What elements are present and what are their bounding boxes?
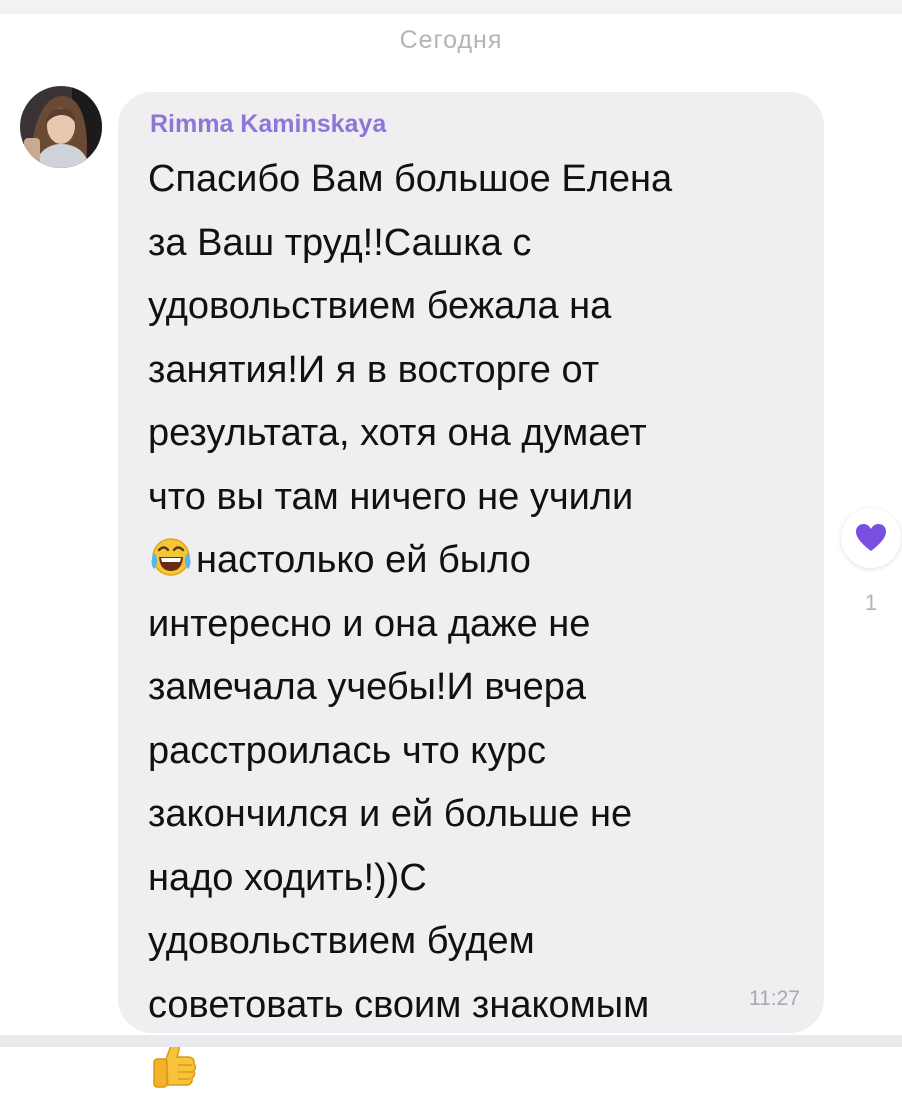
- message-line: замечала учебы!И вчера: [148, 666, 587, 708]
- top-strip: [0, 0, 902, 14]
- message-line: закончился и ей больше не: [148, 793, 633, 835]
- message-timestamp: 11:27: [749, 987, 800, 1010]
- message-line: советовать своим знакомым: [148, 983, 650, 1026]
- message-line: результата, хотя она думает: [148, 412, 647, 454]
- message-text: Спасибо Вам большое Елена за Ваш труд!!С…: [148, 148, 808, 1101]
- message-line: удовольствием будем: [148, 920, 535, 962]
- message-line-text: настолько ей было: [196, 539, 531, 581]
- reaction-button[interactable]: [841, 508, 901, 568]
- date-separator: Сегодня: [399, 26, 503, 54]
- message-line: что вы там ничего не учили: [148, 475, 634, 518]
- sender-name[interactable]: Rimma Kaminskaya: [150, 110, 386, 139]
- bottom-strip: [0, 1035, 902, 1047]
- face-with-tears-of-joy-icon: [151, 538, 191, 576]
- heart-icon: [856, 524, 886, 551]
- message-line-with-emoji: настолько ей было: [148, 529, 808, 593]
- message-line: надо ходить!))С: [148, 856, 427, 899]
- avatar-photo: [20, 86, 102, 168]
- message-line: расстроилась что курс: [148, 729, 547, 772]
- reaction-count: 1: [864, 590, 878, 615]
- message-bubble[interactable]: Rimma Kaminskaya Спасибо Вам большое Еле…: [118, 92, 824, 1088]
- message-line: занятия!И я в восторге от: [148, 348, 600, 391]
- message-line: за Ваш труд!!Сашка с: [148, 221, 532, 264]
- message-line: Спасибо Вам большое Елена: [148, 158, 673, 200]
- avatar[interactable]: [20, 86, 102, 168]
- message-line: интересно и она даже не: [148, 602, 591, 645]
- message-line: удовольствием бежала на: [148, 285, 612, 327]
